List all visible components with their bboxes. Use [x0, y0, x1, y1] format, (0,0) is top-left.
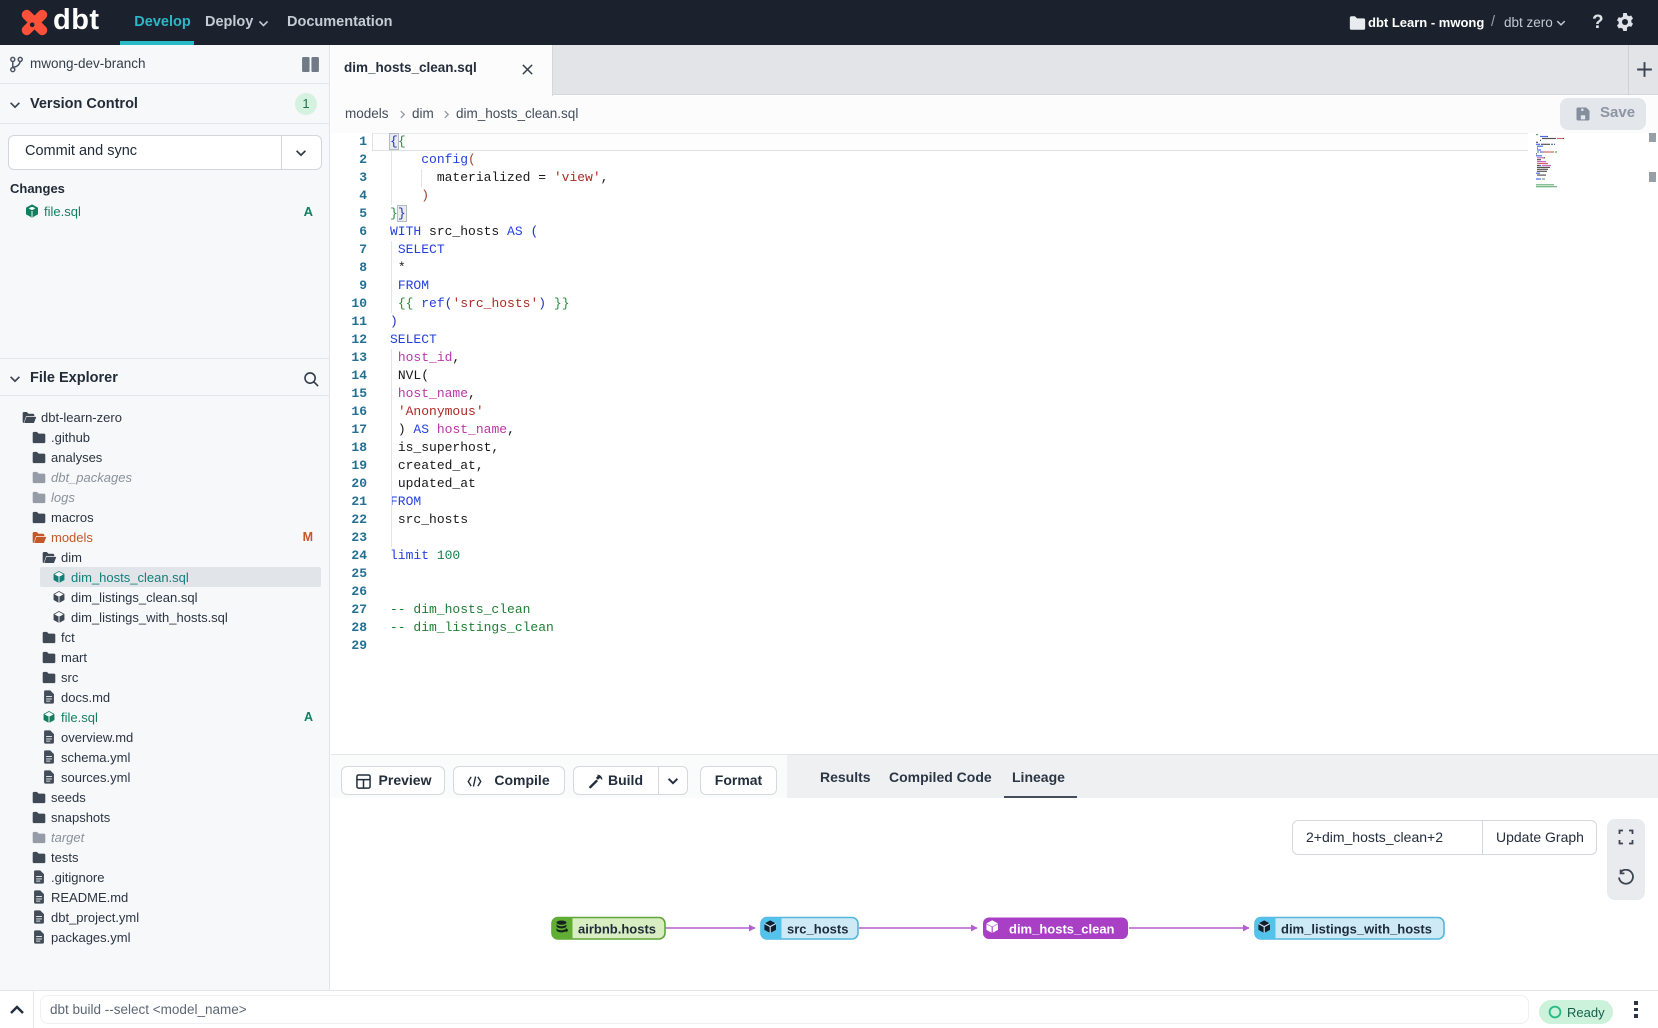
svg-text:dim_listings_with_hosts: dim_listings_with_hosts [1281, 922, 1432, 937]
svg-text:src_hosts: src_hosts [787, 922, 848, 937]
svg-text:dim_hosts_clean: dim_hosts_clean [1009, 922, 1115, 937]
svg-text:airbnb.hosts: airbnb.hosts [578, 922, 656, 937]
